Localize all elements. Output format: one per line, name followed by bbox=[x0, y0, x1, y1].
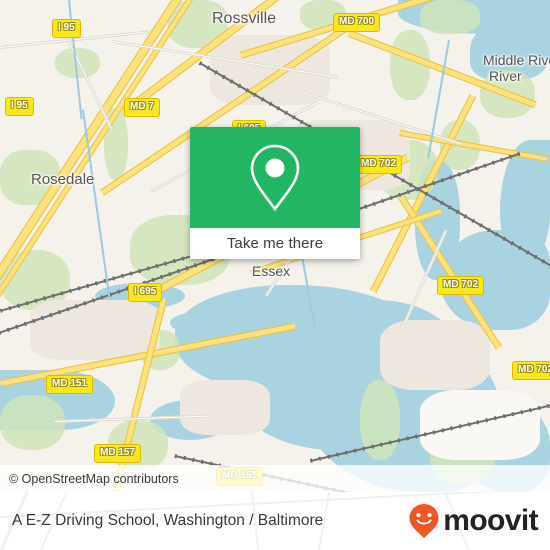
map-pin-icon bbox=[250, 144, 300, 211]
place-label-rossville: Rossville bbox=[212, 10, 277, 27]
place-label-rosedale: Rosedale bbox=[31, 171, 95, 188]
park-area bbox=[420, 0, 480, 34]
place-title: A E-Z Driving School, Washington / Balti… bbox=[12, 512, 324, 529]
place-label-middle-river-2: River bbox=[489, 68, 522, 84]
road-shield-i695-2: I 695 bbox=[128, 283, 163, 302]
road-shield-md700: MD 700 bbox=[333, 13, 381, 32]
road-shield-md702-2: MD 702 bbox=[437, 276, 485, 295]
take-me-there-button[interactable]: Take me there bbox=[190, 228, 360, 259]
water-body bbox=[170, 312, 230, 334]
location-callout-card[interactable]: Take me there bbox=[190, 127, 360, 259]
urban-area bbox=[180, 380, 270, 435]
road-shield-md157: MD 157 bbox=[94, 444, 142, 463]
moovit-wordmark: moovit bbox=[443, 504, 538, 537]
urban-area bbox=[380, 320, 490, 390]
road-shield-i95-2: I 95 bbox=[5, 97, 34, 116]
place-label-middle-river: Middle River bbox=[483, 52, 550, 68]
map-attribution-bar: © OpenStreetMap contributors bbox=[0, 465, 550, 492]
map-screenshot: Rossville Middle River River Rosedale Es… bbox=[0, 0, 550, 550]
road-shield-md7: MD 7 bbox=[124, 98, 160, 117]
moovit-logo[interactable]: moovit bbox=[408, 503, 539, 539]
urban-area bbox=[30, 300, 160, 360]
open-area bbox=[420, 390, 540, 460]
road-shield-md702: MD 702 bbox=[355, 155, 403, 174]
road-shield-md151: MD 151 bbox=[46, 375, 94, 394]
road-shield-i95: I 95 bbox=[52, 19, 81, 38]
card-pin-area bbox=[190, 127, 360, 228]
road-shield-md702-3: MD 702 bbox=[512, 361, 550, 380]
osm-attribution-text: © OpenStreetMap contributors bbox=[9, 471, 179, 486]
footer-bar: A E-Z Driving School, Washington / Balti… bbox=[0, 492, 550, 550]
place-label-essex: Essex bbox=[252, 263, 291, 279]
moovit-smiling-pin-icon bbox=[409, 504, 439, 538]
